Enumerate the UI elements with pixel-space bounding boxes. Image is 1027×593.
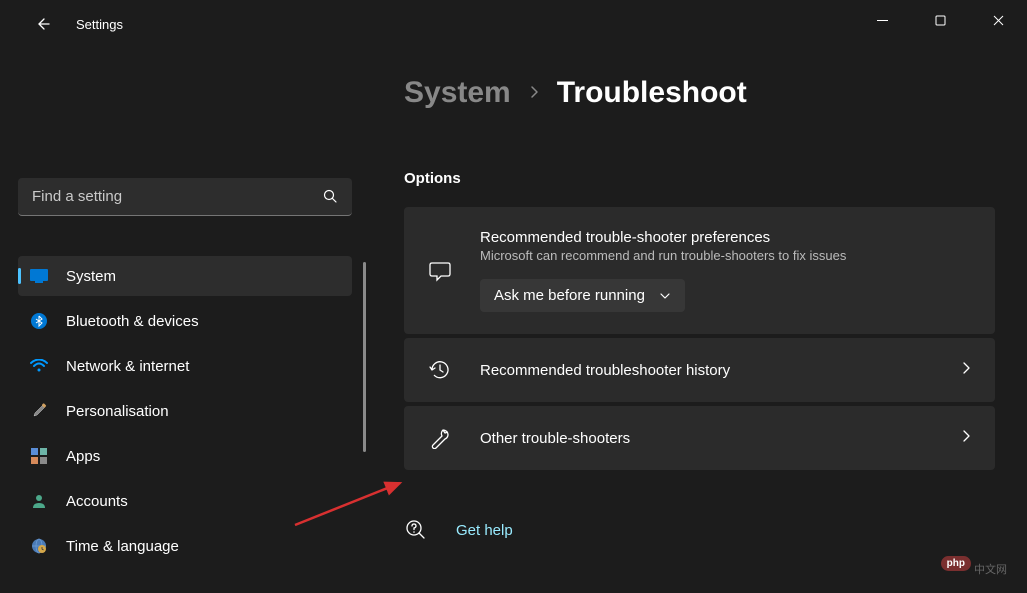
- globe-clock-icon: [30, 537, 48, 555]
- nav-label: Personalisation: [66, 403, 169, 420]
- card-title: Other trouble-shooters: [480, 430, 933, 447]
- card-title: Recommended trouble-shooter preferences: [480, 229, 971, 246]
- card-other-troubleshooters[interactable]: Other trouble-shooters: [404, 406, 995, 470]
- paintbrush-icon: [30, 402, 48, 420]
- card-subtitle: Microsoft can recommend and run trouble-…: [480, 248, 971, 263]
- chevron-right-icon: [529, 85, 539, 102]
- chat-icon: [428, 259, 452, 283]
- minimize-icon: [877, 15, 888, 26]
- section-title: Options: [404, 170, 995, 187]
- card-recommended-preferences[interactable]: Recommended trouble-shooter preferences …: [404, 207, 995, 334]
- card-troubleshooter-history[interactable]: Recommended troubleshooter history: [404, 338, 995, 402]
- close-button[interactable]: [969, 0, 1027, 40]
- maximize-button[interactable]: [911, 0, 969, 40]
- card-title: Recommended troubleshooter history: [480, 362, 933, 379]
- bluetooth-icon: [30, 312, 48, 330]
- person-icon: [30, 492, 48, 510]
- wifi-icon: [30, 357, 48, 375]
- sidebar-item-system[interactable]: System: [18, 256, 352, 296]
- nav-label: Bluetooth & devices: [66, 313, 199, 330]
- sidebar-scrollbar[interactable]: [363, 262, 366, 452]
- search-icon: [323, 189, 338, 204]
- breadcrumb-parent[interactable]: System: [404, 76, 511, 110]
- watermark-text: 中文网: [974, 561, 1007, 577]
- nav-label: Time & language: [66, 538, 179, 555]
- help-text: Get help: [456, 522, 513, 539]
- dropdown-value: Ask me before running: [494, 287, 645, 304]
- watermark-badge: php: [941, 556, 971, 571]
- chevron-right-icon: [961, 429, 971, 448]
- nav-label: System: [66, 268, 116, 285]
- maximize-icon: [935, 15, 946, 26]
- sidebar-item-time-language[interactable]: Time & language: [18, 526, 352, 566]
- wrench-icon: [428, 426, 452, 450]
- get-help-link[interactable]: Get help: [404, 518, 995, 542]
- history-icon: [428, 358, 452, 382]
- help-icon: [404, 518, 428, 542]
- back-arrow-icon: [33, 15, 51, 33]
- sidebar-item-network[interactable]: Network & internet: [18, 346, 352, 386]
- chevron-down-icon: [659, 292, 671, 300]
- sidebar-item-accounts[interactable]: Accounts: [18, 481, 352, 521]
- nav-label: Apps: [66, 448, 100, 465]
- nav-label: Network & internet: [66, 358, 189, 375]
- chevron-right-icon: [961, 361, 971, 380]
- sidebar-item-personalisation[interactable]: Personalisation: [18, 391, 352, 431]
- breadcrumb-current: Troubleshoot: [557, 76, 747, 110]
- minimize-button[interactable]: [853, 0, 911, 40]
- sidebar-item-apps[interactable]: Apps: [18, 436, 352, 476]
- apps-icon: [30, 447, 48, 465]
- sidebar-item-bluetooth[interactable]: Bluetooth & devices: [18, 301, 352, 341]
- search-input[interactable]: Find a setting: [18, 178, 352, 216]
- display-icon: [30, 267, 48, 285]
- back-button[interactable]: [22, 4, 62, 44]
- preference-dropdown[interactable]: Ask me before running: [480, 279, 685, 312]
- breadcrumb: System Troubleshoot: [404, 76, 995, 110]
- app-title: Settings: [76, 17, 123, 32]
- nav-label: Accounts: [66, 493, 128, 510]
- close-icon: [993, 15, 1004, 26]
- search-placeholder: Find a setting: [32, 188, 323, 205]
